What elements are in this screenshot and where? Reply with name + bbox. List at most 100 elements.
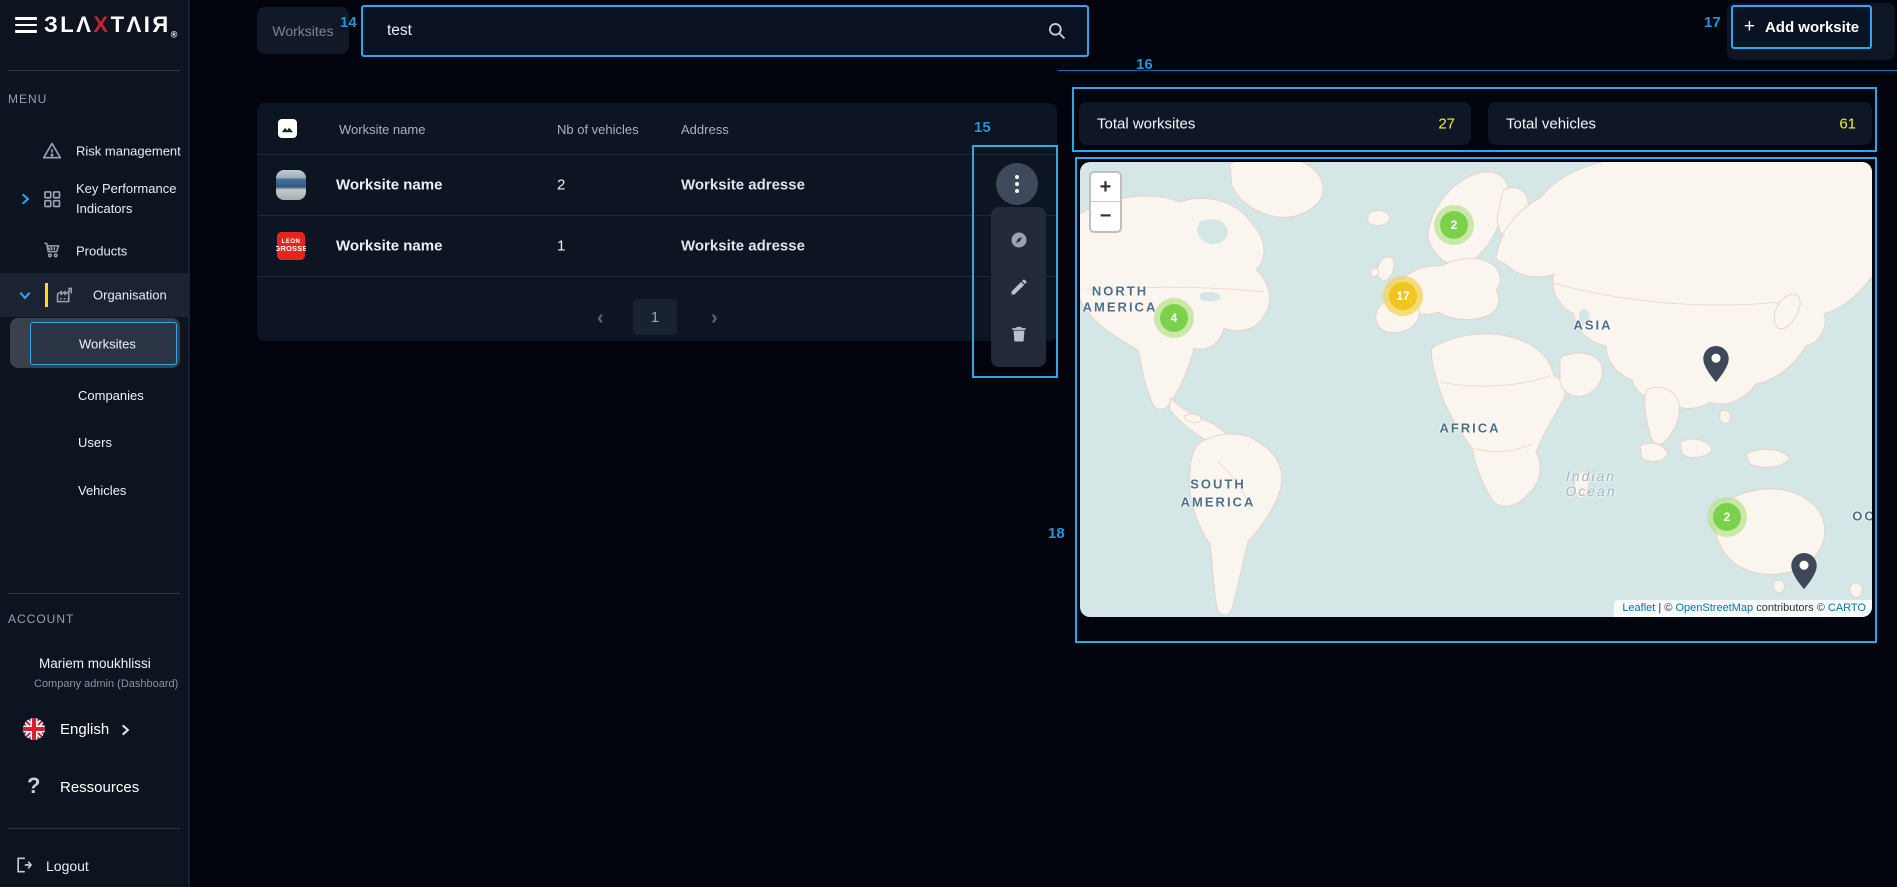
worksite-photo-thumbnail: [276, 170, 306, 200]
carto-link[interactable]: CARTO: [1828, 602, 1866, 614]
column-header-name: Worksite name: [339, 122, 425, 137]
worksite-logo-thumbnail: LEONGROSSE: [276, 231, 306, 261]
vehicle-count-cell: 2: [557, 177, 565, 194]
pagination-prev-button[interactable]: ‹: [597, 307, 604, 330]
chevron-right-icon: [18, 192, 32, 206]
add-worksite-button[interactable]: + Add worksite: [1731, 5, 1872, 49]
map-zoom-control: + −: [1089, 171, 1122, 233]
sidebar-item-label: Organisation: [93, 288, 167, 303]
sidebar: ЗLΛXTΛIЯ® MENU Risk management Key Perfo…: [0, 0, 190, 887]
sidebar-item-label: Risk management: [76, 144, 181, 159]
marker-cluster-france[interactable]: 17: [1383, 276, 1423, 316]
row-actions-button[interactable]: [996, 163, 1038, 205]
annotation-14: 14: [340, 14, 357, 31]
uk-flag-icon: [22, 717, 46, 741]
warning-triangle-icon: [42, 141, 62, 161]
worksites-table: Worksite name Nb of vehicles Address Wor…: [257, 103, 1057, 341]
menu-section-label: MENU: [8, 92, 47, 106]
add-worksite-label: Add worksite: [1765, 19, 1859, 36]
map-label-south-america-2: AMERICA: [1181, 495, 1256, 510]
sidebar-subitem-companies[interactable]: Companies: [78, 388, 144, 403]
worksite-address-cell: Worksite adresse: [681, 238, 805, 255]
vehicle-count-cell: 1: [557, 238, 565, 255]
leaflet-link[interactable]: Leaflet: [1622, 602, 1655, 614]
total-vehicles-card: Total vehicles 61: [1488, 102, 1872, 145]
language-label: English: [60, 721, 109, 738]
image-icon: [278, 119, 297, 138]
stat-label: Total vehicles: [1506, 115, 1596, 132]
sidebar-subitem-worksites[interactable]: Worksites: [30, 322, 177, 365]
map-label-oceania: OC: [1852, 509, 1872, 524]
compass-icon: [1009, 230, 1029, 250]
row-actions-menu: [991, 207, 1046, 367]
pagination-next-button[interactable]: ›: [711, 307, 718, 330]
sidebar-item-risk-management[interactable]: Risk management: [0, 136, 190, 166]
sidebar-item-label: Products: [76, 244, 127, 259]
sidebar-subitem-users[interactable]: Users: [78, 435, 112, 450]
map-label-indian-ocean-2: Ocean: [1565, 483, 1616, 499]
hamburger-menu-icon[interactable]: [15, 17, 37, 33]
marker-cluster-australia[interactable]: 2: [1707, 497, 1747, 537]
account-section-label: ACCOUNT: [8, 612, 74, 626]
delete-action[interactable]: [991, 307, 1046, 360]
pagination-page-1[interactable]: 1: [633, 299, 677, 335]
annotation-17: 17: [1704, 14, 1721, 31]
map-pin-china[interactable]: [1703, 346, 1729, 384]
worksite-name-cell: Worksite name: [336, 238, 442, 255]
marker-cluster-scandinavia[interactable]: 2: [1434, 205, 1474, 245]
search-icon[interactable]: [1047, 21, 1067, 41]
marker-cluster-us-east[interactable]: 4: [1154, 298, 1194, 338]
stat-value: 61: [1839, 115, 1856, 132]
chevron-down-icon: [18, 288, 32, 302]
zoom-out-button[interactable]: −: [1091, 202, 1120, 231]
sidebar-item-organisation[interactable]: Organisation: [0, 273, 190, 317]
world-map[interactable]: + − NORTH AMERICA SOUTH AMERICA AFRICA A…: [1080, 162, 1872, 617]
divider: [8, 70, 180, 71]
navigate-action[interactable]: [991, 213, 1046, 266]
column-header-vehicles: Nb of vehicles: [557, 122, 639, 137]
worksite-address-cell: Worksite adresse: [681, 177, 805, 194]
column-header-address: Address: [681, 122, 729, 137]
search-input[interactable]: [387, 7, 1017, 55]
map-label-north-america: NORTH: [1092, 284, 1148, 299]
map-label-north-america-2: AMERICA: [1083, 300, 1158, 315]
user-name: Mariem moukhlissi: [39, 656, 151, 671]
kpi-grid-icon: [42, 189, 62, 209]
divider: [8, 593, 180, 594]
dots-vertical-icon: [1015, 175, 1019, 179]
sidebar-item-kpi[interactable]: Key Performance Indicators: [0, 178, 190, 220]
resources-item[interactable]: ? Ressources: [0, 772, 190, 802]
logout-label: Logout: [46, 858, 89, 874]
map-label-indian-ocean: Indian: [1566, 468, 1616, 484]
stat-value: 27: [1438, 115, 1455, 132]
sidebar-item-products[interactable]: Products: [0, 236, 190, 266]
zoom-in-button[interactable]: +: [1091, 173, 1120, 202]
plus-icon: +: [1744, 16, 1755, 38]
annotation-15: 15: [974, 119, 991, 136]
search-box: [361, 5, 1089, 57]
logout-button[interactable]: Logout: [0, 853, 190, 881]
table-header: Worksite name Nb of vehicles Address: [257, 103, 1057, 155]
language-selector[interactable]: English: [0, 715, 190, 745]
annotation-line-16: [1058, 70, 1897, 71]
divider: [8, 828, 180, 829]
table-row[interactable]: Worksite name 2 Worksite adresse: [257, 155, 1057, 216]
osm-link[interactable]: OpenStreetMap: [1675, 602, 1753, 614]
sidebar-item-label: Key Performance Indicators: [76, 179, 190, 219]
sidebar-subitem-label: Worksites: [79, 336, 136, 351]
sidebar-subitem-vehicles[interactable]: Vehicles: [78, 483, 126, 498]
edit-action[interactable]: [991, 260, 1046, 313]
question-mark-icon: ?: [27, 773, 40, 799]
worksites-chip[interactable]: Worksites: [257, 7, 349, 54]
annotation-16: 16: [1136, 56, 1153, 73]
app-window: ЗLΛXTΛIЯ® MENU Risk management Key Perfo…: [0, 0, 1897, 887]
cart-icon: [42, 240, 62, 260]
map-pin-australia[interactable]: [1791, 553, 1817, 591]
map-label-south-america: SOUTH: [1190, 477, 1246, 492]
app-logo: ЗLΛXTΛIЯ®: [44, 12, 177, 39]
annotation-18: 18: [1048, 525, 1065, 542]
worksite-name-cell: Worksite name: [336, 177, 442, 194]
table-row[interactable]: LEONGROSSE Worksite name 1 Worksite adre…: [257, 216, 1057, 277]
logout-icon: [14, 855, 34, 875]
pencil-icon: [1009, 277, 1029, 297]
